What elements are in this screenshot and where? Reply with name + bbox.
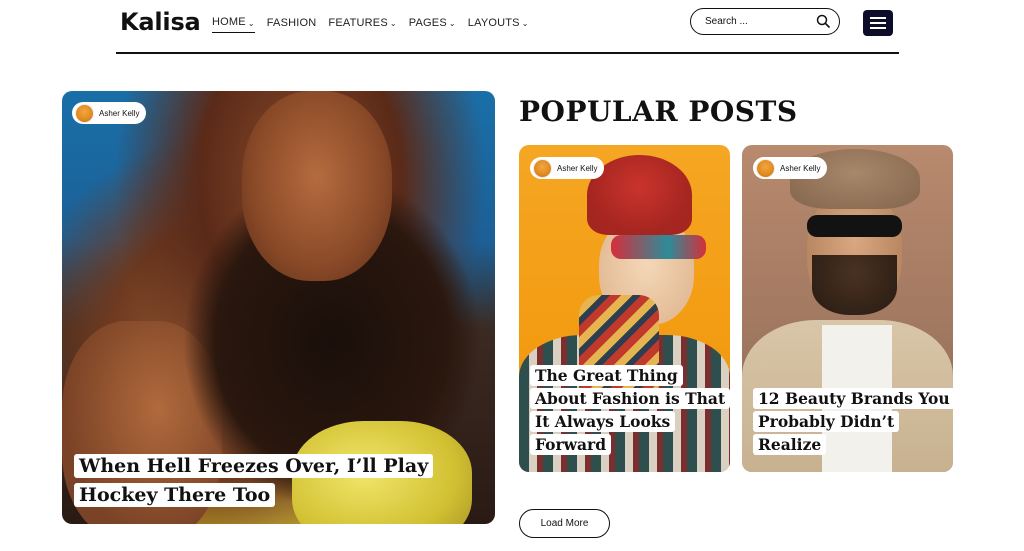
search-icon[interactable] bbox=[816, 14, 830, 28]
post-title-text: The Great Thing About Fashion is That It… bbox=[530, 365, 730, 455]
avatar bbox=[533, 158, 552, 178]
post-image-shape bbox=[807, 215, 902, 237]
site-header: Kalisa HOME ⌄ FASHION FEATURES ⌄ PAGES ⌄… bbox=[0, 0, 1024, 54]
chevron-down-icon: ⌄ bbox=[448, 19, 456, 28]
nav-item-layouts[interactable]: LAYOUTS ⌄ bbox=[468, 16, 529, 33]
post-title[interactable]: The Great Thing About Fashion is That It… bbox=[530, 364, 730, 456]
menu-button[interactable] bbox=[863, 10, 893, 36]
hamburger-icon bbox=[870, 22, 886, 24]
nav-item-label: PAGES bbox=[408, 16, 447, 29]
author-name: Asher Kelly bbox=[780, 163, 821, 173]
post-image-shape bbox=[611, 235, 706, 259]
post-title[interactable]: 12 Beauty Brands You Probably Didn’t Rea… bbox=[753, 387, 953, 456]
nav-item-features[interactable]: FEATURES ⌄ bbox=[328, 16, 396, 33]
nav-item-label: LAYOUTS bbox=[467, 16, 520, 29]
chevron-down-icon: ⌄ bbox=[521, 19, 529, 28]
hamburger-icon bbox=[870, 17, 886, 19]
popular-post-card[interactable]: Asher Kelly The Great Thing About Fashio… bbox=[519, 145, 730, 472]
nav-item-label: HOME bbox=[212, 16, 246, 28]
author-badge[interactable]: Asher Kelly bbox=[753, 157, 828, 179]
chevron-down-icon: ⌄ bbox=[389, 19, 397, 28]
nav-item-fashion[interactable]: FASHION bbox=[267, 16, 317, 33]
header-divider bbox=[116, 52, 899, 54]
author-name: Asher Kelly bbox=[99, 108, 140, 118]
post-title[interactable]: When Hell Freezes Over, I’ll Play Hockey… bbox=[74, 452, 454, 510]
popular-post-card[interactable]: Asher Kelly 12 Beauty Brands You Probabl… bbox=[742, 145, 953, 472]
avatar bbox=[75, 103, 94, 123]
featured-post-card[interactable]: Asher Kelly When Hell Freezes Over, I’ll… bbox=[62, 91, 495, 524]
search-box bbox=[690, 8, 840, 35]
post-title-text: 12 Beauty Brands You Probably Didn’t Rea… bbox=[753, 388, 953, 455]
post-image-shape bbox=[242, 91, 392, 281]
post-title-text: When Hell Freezes Over, I’ll Play Hockey… bbox=[74, 454, 434, 507]
hamburger-icon bbox=[870, 27, 886, 29]
avatar bbox=[756, 158, 775, 178]
section-heading: POPULAR POSTS bbox=[519, 95, 798, 128]
nav-item-label: FEATURES bbox=[328, 16, 388, 29]
site-logo[interactable]: Kalisa bbox=[120, 8, 201, 36]
nav-item-pages[interactable]: PAGES ⌄ bbox=[409, 16, 456, 33]
author-name: Asher Kelly bbox=[557, 163, 598, 173]
author-badge[interactable]: Asher Kelly bbox=[72, 102, 147, 124]
post-image-shape bbox=[812, 255, 897, 315]
author-badge[interactable]: Asher Kelly bbox=[530, 157, 605, 179]
main-nav: HOME ⌄ FASHION FEATURES ⌄ PAGES ⌄ LAYOUT… bbox=[212, 16, 541, 33]
search-input[interactable] bbox=[703, 15, 807, 28]
chevron-down-icon: ⌄ bbox=[247, 18, 255, 28]
nav-item-home[interactable]: HOME ⌄ bbox=[212, 16, 255, 33]
nav-item-label: FASHION bbox=[266, 16, 317, 29]
load-more-button[interactable]: Load More bbox=[519, 509, 610, 538]
